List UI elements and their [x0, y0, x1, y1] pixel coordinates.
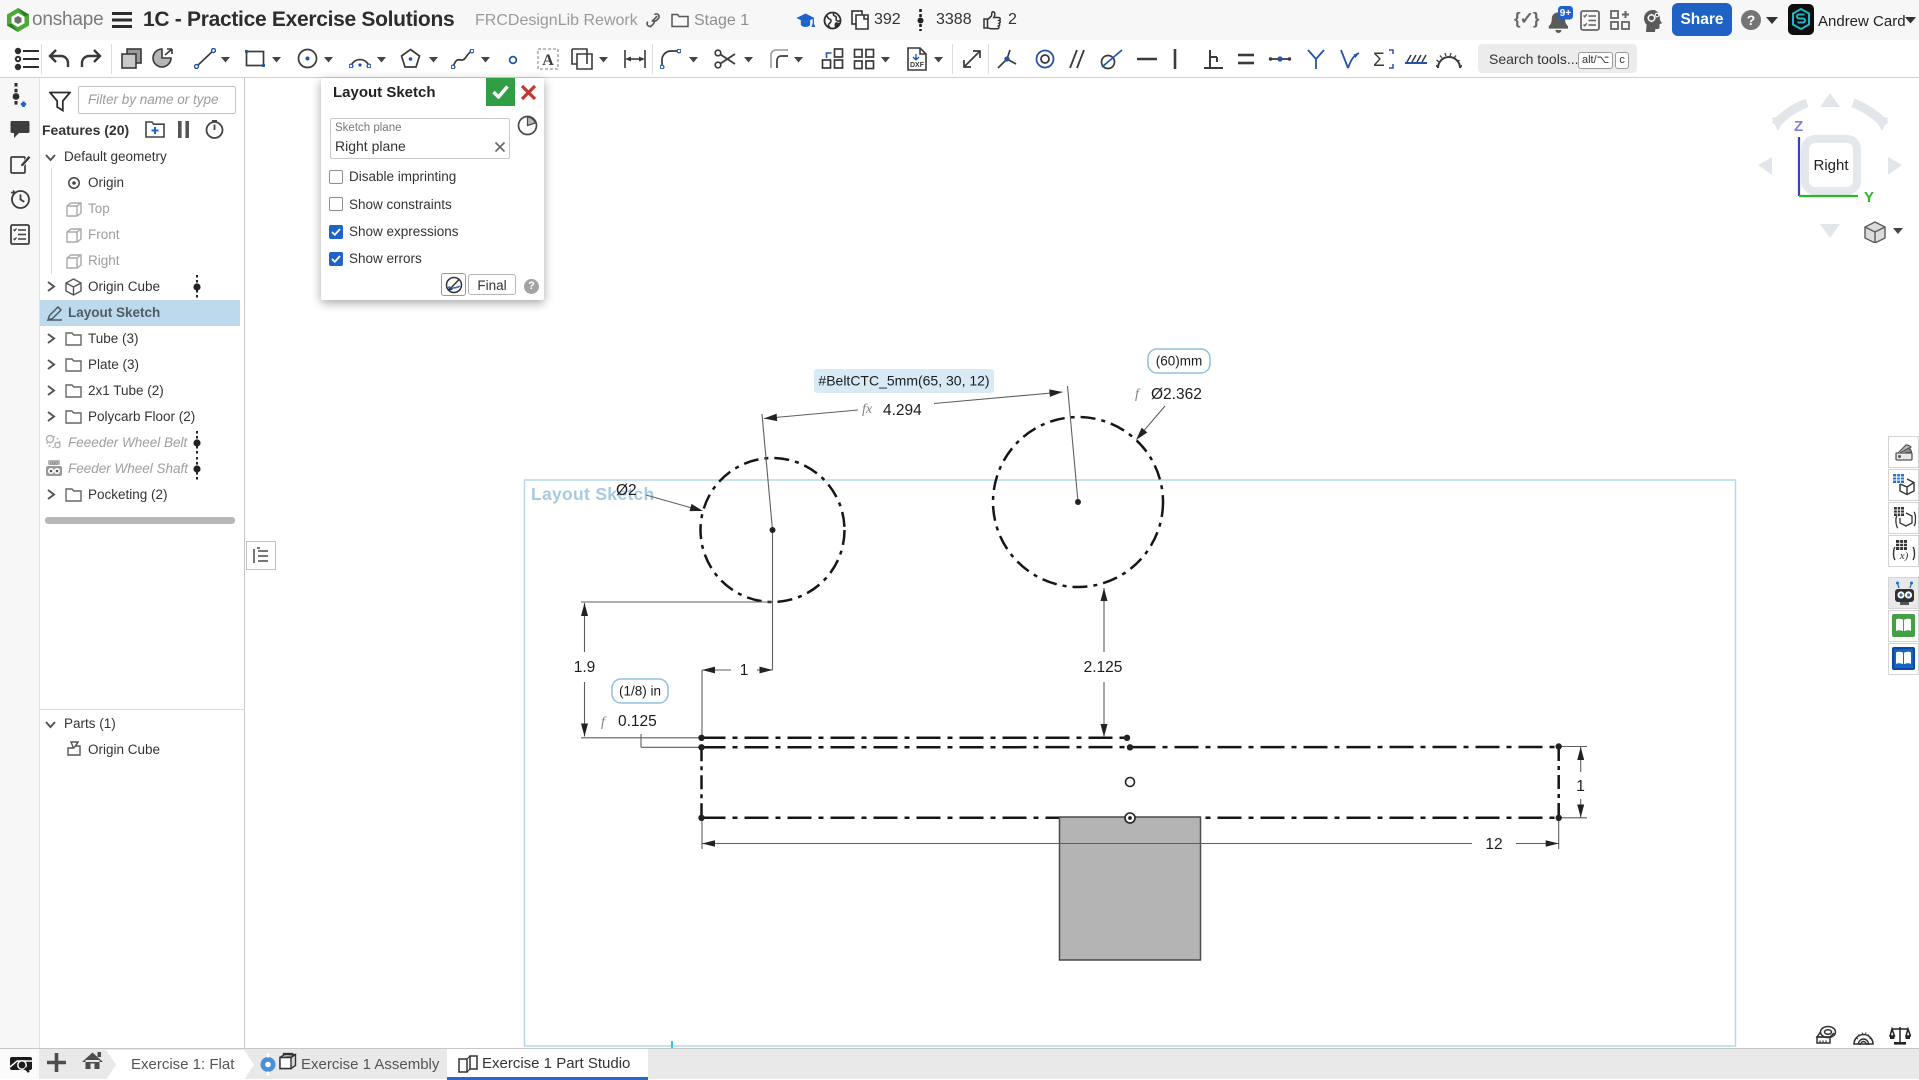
- svg-text:?: ?: [1747, 12, 1756, 28]
- svg-text:Right: Right: [1813, 157, 1849, 174]
- svg-text:Exercise 1: Flat: Exercise 1: Flat: [131, 1056, 235, 1073]
- svg-text:Exercise 1 Assembly: Exercise 1 Assembly: [301, 1056, 440, 1073]
- svg-text:010: 010: [50, 460, 58, 465]
- svg-text:x): x): [1899, 550, 1909, 562]
- svg-text:Σ: Σ: [1373, 50, 1385, 70]
- svg-text:Y: Y: [1864, 189, 1874, 206]
- svg-text:Z: Z: [1794, 118, 1803, 135]
- svg-text:9+: 9+: [1560, 8, 1572, 19]
